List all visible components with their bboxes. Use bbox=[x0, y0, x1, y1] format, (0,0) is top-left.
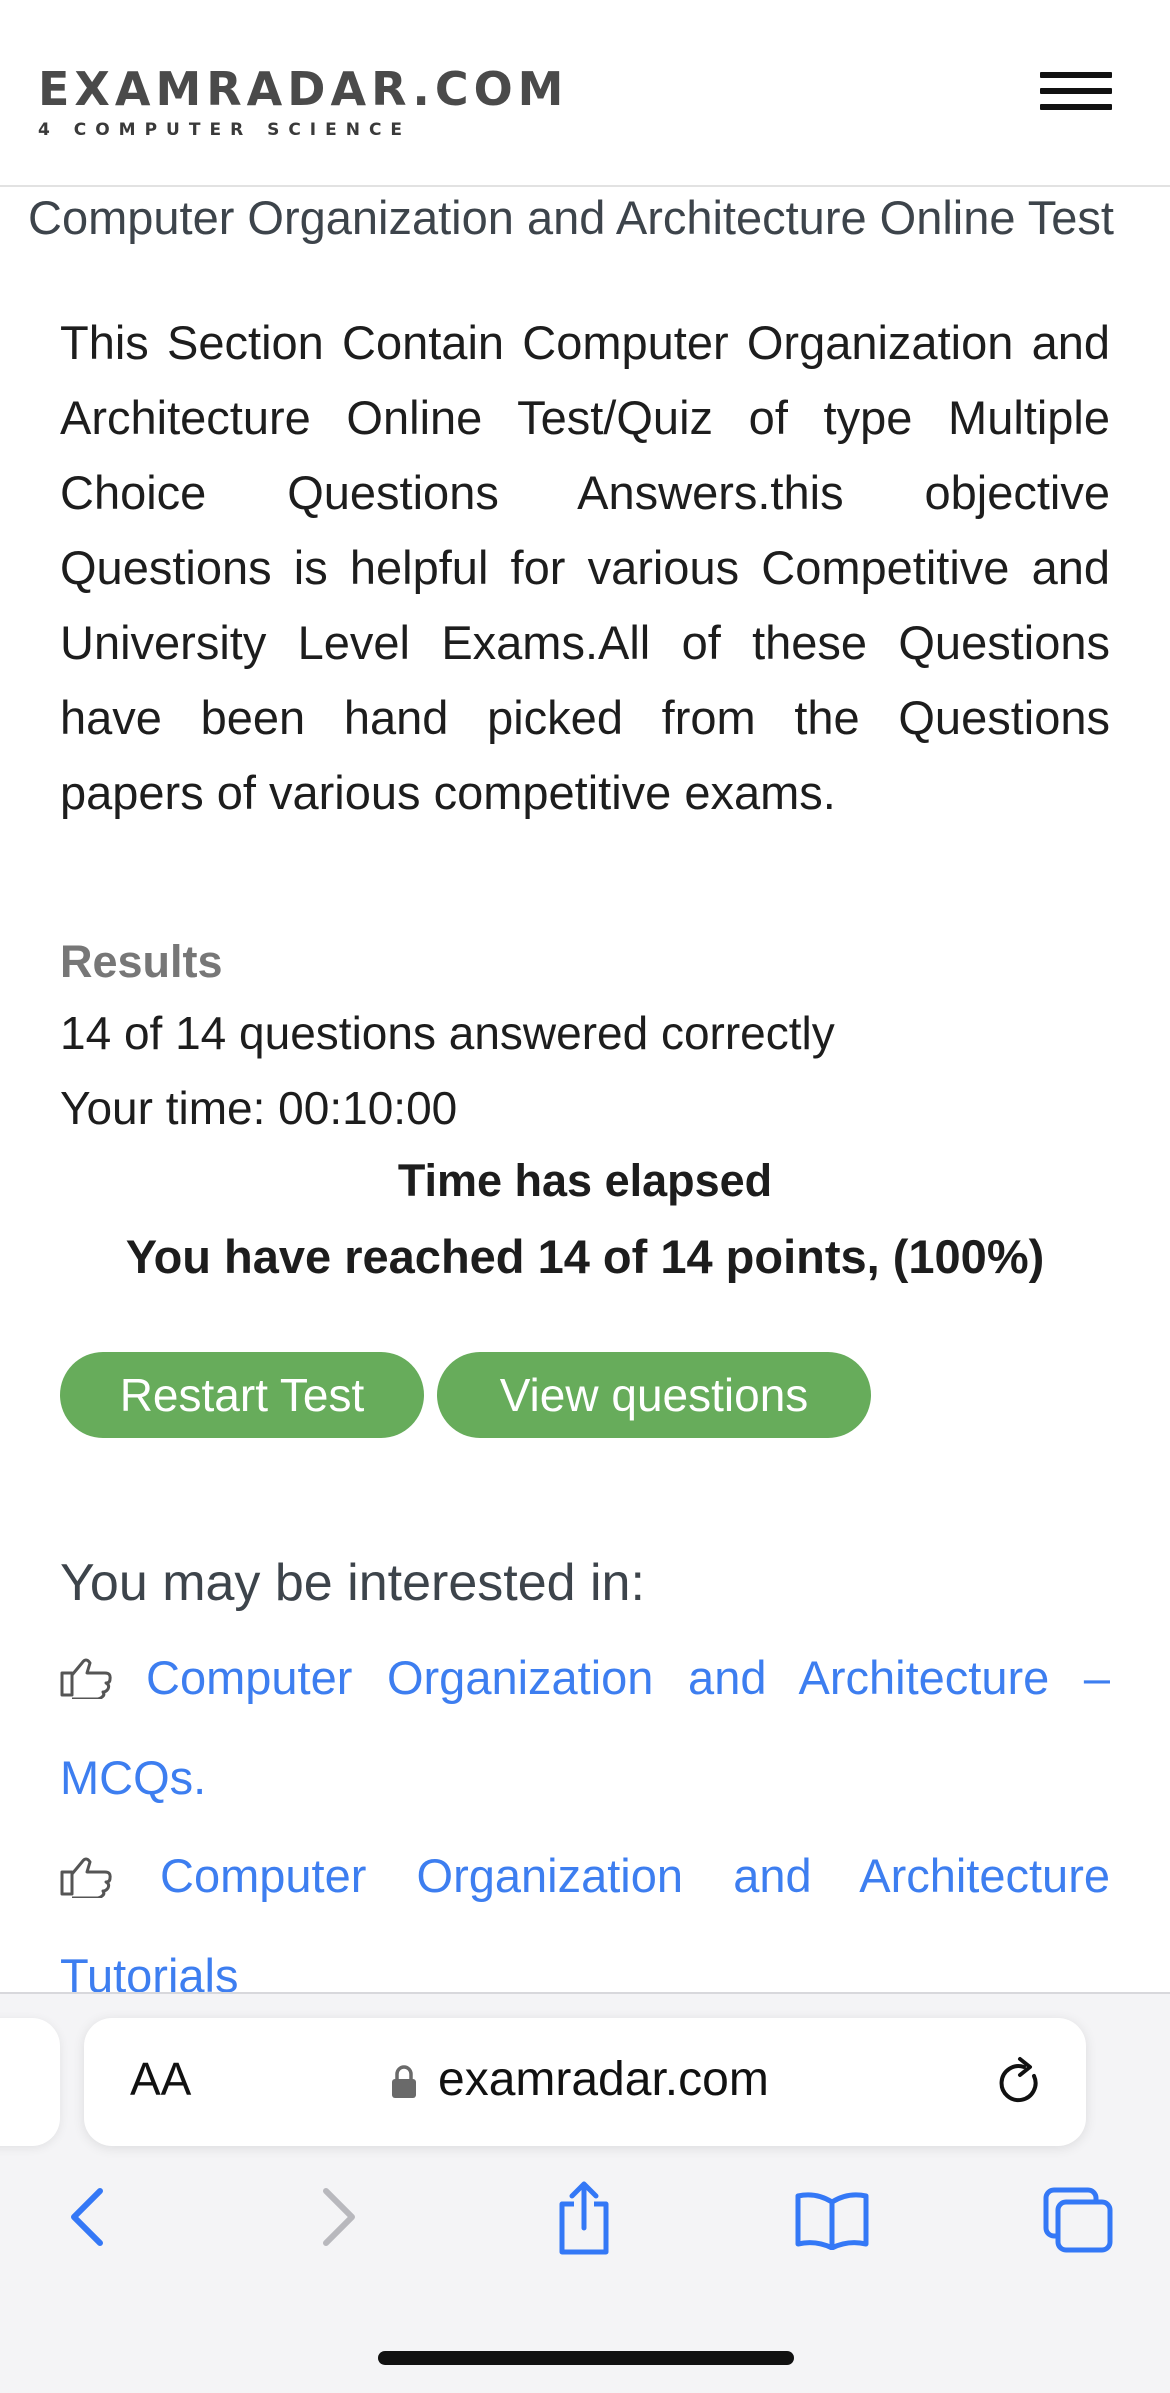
tabs-icon[interactable] bbox=[1042, 2186, 1114, 2254]
url-text: examradar.com bbox=[438, 2053, 769, 2106]
hamburger-menu-icon[interactable] bbox=[1040, 72, 1112, 114]
home-indicator bbox=[378, 2351, 794, 2365]
elapsed-time: Your time: 00:10:00 bbox=[60, 1082, 458, 1134]
page-title: Computer Organization and Architecture O… bbox=[28, 191, 1114, 244]
link-coa-mcqs-cont[interactable]: MCQs. bbox=[60, 1750, 206, 1805]
address-bar[interactable]: AA examradar.com bbox=[84, 2018, 1086, 2146]
time-elapsed-notice: Time has elapsed bbox=[397, 1155, 773, 1206]
forward-arrow-icon[interactable] bbox=[316, 2185, 364, 2249]
intro-paragraph: This Section Contain Computer Organizati… bbox=[60, 316, 1110, 819]
bookmarks-icon[interactable] bbox=[794, 2190, 870, 2250]
share-icon[interactable] bbox=[552, 2178, 616, 2256]
previous-tab-pill[interactable] bbox=[0, 2018, 60, 2146]
reload-icon[interactable] bbox=[994, 2054, 1046, 2110]
interested-heading: You may be interested in: bbox=[60, 1554, 645, 1612]
site-header: EXAMRADAR.COM 4 COMPUTER SCIENCE bbox=[0, 0, 1170, 187]
lock-icon bbox=[392, 2065, 416, 2098]
logo-tagline: 4 COMPUTER SCIENCE bbox=[38, 120, 412, 140]
answered-count: 14 of 14 questions answered correctly bbox=[60, 1007, 835, 1059]
link-coa-tutorials[interactable]: Computer Organization and Architecture bbox=[60, 1826, 1110, 1926]
results-heading: Results bbox=[60, 936, 223, 987]
site-logo[interactable]: EXAMRADAR.COM 4 COMPUTER SCIENCE bbox=[38, 66, 568, 140]
logo-text: EXAMRADAR.COM bbox=[38, 62, 569, 116]
view-questions-button[interactable]: View questions bbox=[437, 1352, 871, 1438]
restart-test-button[interactable]: Restart Test bbox=[60, 1352, 424, 1438]
points-summary: You have reached 14 of 14 points, (100%) bbox=[125, 1230, 1045, 1283]
back-arrow-icon[interactable] bbox=[62, 2185, 110, 2249]
reader-text-size-button[interactable]: AA bbox=[130, 2052, 191, 2106]
link-coa-mcqs[interactable]: Computer Organization and Architecture – bbox=[60, 1628, 1110, 1728]
